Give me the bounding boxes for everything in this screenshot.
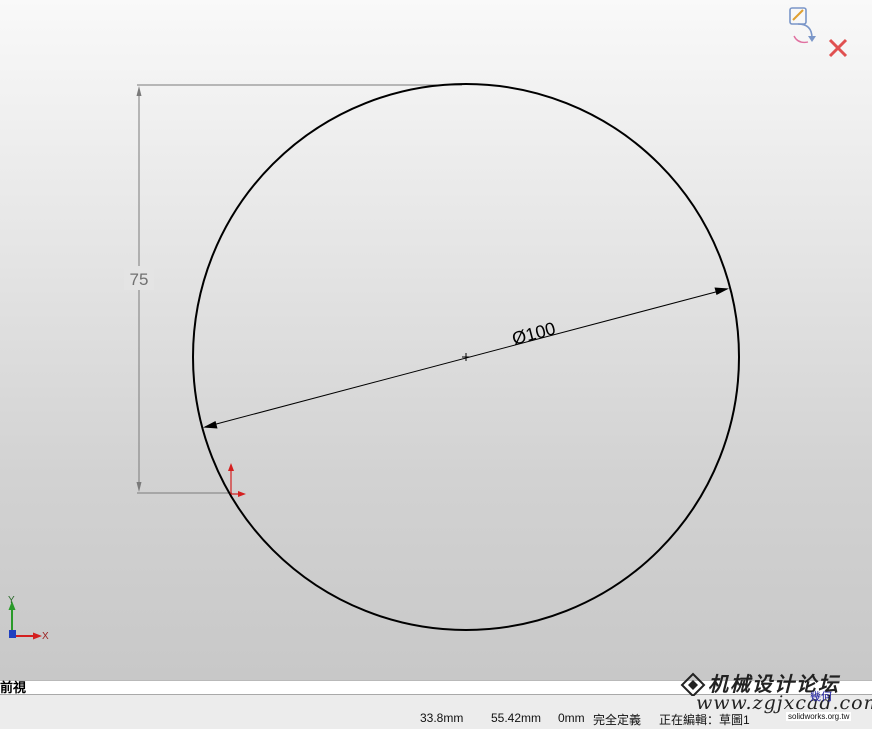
arrow-up-icon (136, 86, 142, 96)
status-z-coordinate: 0mm (558, 711, 585, 725)
triad-y-label: Y (8, 595, 15, 606)
diameter-dimension-value[interactable]: Ø100 (510, 318, 558, 349)
arrow-down-icon (136, 482, 142, 492)
status-definition-state: 完全定義 (593, 713, 642, 727)
graphics-area[interactable]: 75 Ø100 Y X (0, 0, 872, 680)
watermark: 机械设计论坛 www.zgjxcad.com 幾何 solidworks.org… (680, 668, 872, 728)
confirmation-corner (784, 2, 854, 64)
triad-z-axis (9, 630, 16, 638)
watermark-badge: 幾何 (810, 691, 832, 703)
status-y-coordinate: 55.42mm (491, 711, 542, 725)
reference-triad[interactable]: Y X (8, 595, 49, 642)
sketch-origin (228, 463, 246, 497)
watermark-url: www.zgjxcad.com (696, 692, 872, 714)
diameter-dimension[interactable]: Ø100 (203, 287, 729, 429)
triad-x-arrow-icon (33, 632, 42, 640)
vertical-dimension-value[interactable]: 75 (130, 270, 149, 289)
close-icon[interactable] (828, 38, 848, 58)
arrow-right-icon (714, 287, 729, 295)
status-x-coordinate: 33.8mm (420, 711, 464, 725)
sketch-canvas[interactable]: 75 Ø100 Y X (0, 0, 872, 680)
watermark-small-url: solidworks.org.tw (786, 712, 852, 721)
triad-x-label: X (42, 631, 49, 642)
sketch-exit-icon[interactable] (789, 7, 816, 44)
diameter-dimension-line (204, 288, 728, 428)
arrow-left-icon (203, 421, 218, 429)
